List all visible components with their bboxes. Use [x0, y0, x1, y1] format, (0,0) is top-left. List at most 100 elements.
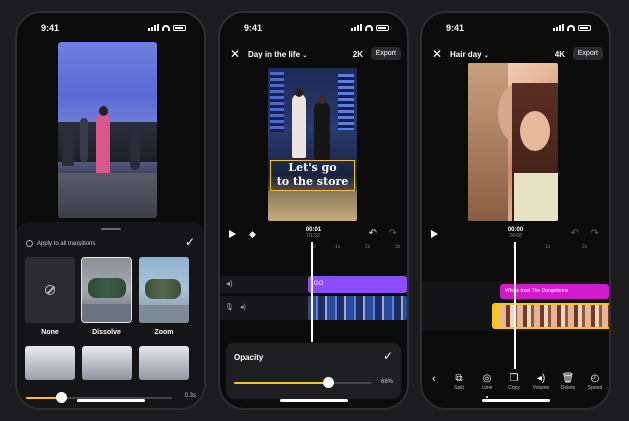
opacity-label: Opacity [234, 353, 264, 362]
export-button[interactable]: Export [572, 47, 603, 60]
tool-label: Split [454, 385, 464, 391]
ruler-tick: 3s [395, 244, 401, 250]
slider-fill [234, 382, 328, 384]
confirm-check-icon[interactable]: ✓ [185, 235, 195, 249]
audio-icon[interactable]: ◂) [226, 279, 233, 288]
duration-value: 0.3s [184, 393, 196, 399]
status-bar: 9:41 [220, 22, 407, 36]
project-title: Day in the life [248, 50, 301, 59]
transition-option-zoom[interactable] [139, 257, 189, 323]
transition-thumbnail[interactable] [25, 346, 75, 380]
tool-label: Copy [508, 385, 520, 391]
tool-label: Volume [532, 385, 550, 391]
text-track-row: ◂) GO [220, 276, 407, 293]
export-button[interactable]: Export [370, 47, 401, 60]
close-icon[interactable]: ✕ [432, 46, 442, 62]
tool-split[interactable]: ⧉ Split [446, 373, 472, 391]
phone-transitions: 9:41 Apply to all transitions ✓ None Dis… [15, 11, 206, 410]
transition-thumbnail[interactable] [139, 346, 189, 380]
video-preview [468, 63, 558, 221]
wifi-icon [365, 24, 373, 31]
project-title-dropdown[interactable]: Day in the life ⌄ [248, 50, 307, 59]
redo-icon[interactable]: ↷ [389, 228, 397, 239]
transition-option-none[interactable] [25, 257, 75, 323]
video-clip-selected[interactable] [492, 303, 609, 329]
status-icons [553, 24, 591, 31]
tool-label: Speed [587, 385, 603, 391]
video-clip[interactable] [308, 296, 407, 320]
tool-label: Lime [481, 385, 493, 391]
time-ruler: 0 1s 2s 3s [220, 244, 407, 252]
opacity-panel: Opacity ✓ 68% [226, 343, 401, 399]
timecode: 00:01 01:32 [300, 227, 328, 239]
text-clip[interactable]: GO [308, 276, 407, 293]
slider-knob[interactable] [56, 392, 68, 403]
opacity-value: 68% [380, 379, 393, 385]
sheet-handle[interactable] [100, 228, 121, 230]
playback-controls: 00:00 24:68 ↶ ↷ [422, 227, 609, 243]
home-indicator [76, 399, 145, 402]
copy-icon: ❐ [509, 373, 519, 384]
opacity-slider[interactable] [234, 377, 372, 389]
transition-thumbnail[interactable] [82, 346, 132, 380]
speed-icon: ◴ [590, 373, 600, 384]
status-bar: 9:41 [17, 22, 204, 36]
chevron-down-icon: ⌄ [483, 53, 489, 59]
apply-all-toggle[interactable]: Apply to all transitions [26, 240, 95, 247]
mic-icon[interactable]: 🎙 [225, 303, 234, 311]
home-indicator [279, 399, 348, 402]
playhead[interactable] [514, 242, 516, 369]
tool-speed[interactable]: ◴ Speed [582, 373, 608, 391]
ruler-tick: 1s [335, 244, 341, 250]
video-track-row: 🎙 ◂) [220, 296, 407, 320]
text-overlay[interactable]: Let's go to the store [270, 160, 355, 191]
delete-icon: 🗑 [561, 373, 575, 384]
volume-icon[interactable]: ◂) [240, 303, 246, 311]
keyframe-icon[interactable]: ◆ [249, 229, 256, 240]
music-clip[interactable]: Whole trust The Dongeleons [500, 284, 609, 299]
tool-delete[interactable]: 🗑 Delete [555, 373, 581, 391]
status-icons [148, 24, 186, 31]
tool-volume[interactable]: ◂) Volume [528, 373, 554, 391]
signal-icon [148, 24, 159, 31]
resolution-selector[interactable]: 2K [353, 50, 363, 59]
editor-topbar: ✕ Hair day ⌄ 4K Export [422, 46, 609, 64]
transition-label-none: None [41, 329, 59, 336]
lime-icon: ◎ [482, 373, 492, 384]
undo-icon[interactable]: ↶ [369, 228, 377, 239]
resolution-selector[interactable]: 4K [555, 50, 565, 59]
tool-copy[interactable]: ❐ Copy [501, 373, 527, 391]
back-chevron-icon[interactable]: ‹ [432, 373, 436, 385]
status-bar: 9:41 [422, 22, 609, 36]
confirm-check-icon[interactable]: ✓ [383, 349, 393, 363]
overlay-text-line-1: Let's go [288, 161, 337, 174]
home-indicator [481, 399, 550, 402]
transition-option-dissolve[interactable] [81, 257, 132, 323]
play-icon[interactable] [229, 230, 236, 238]
text-clip-label: GO [314, 281, 324, 287]
project-title-dropdown[interactable]: Hair day ⌄ [450, 50, 489, 59]
transitions-panel: Apply to all transitions ✓ None Dissolve… [17, 222, 204, 408]
signal-icon [553, 24, 564, 31]
playhead[interactable] [311, 242, 313, 342]
ruler-tick: 2s [582, 244, 588, 250]
phone-editor-tools: 9:41 ✕ Hair day ⌄ 4K Export 00:00 24:68 … [420, 11, 611, 410]
apply-all-label: Apply to all transitions [37, 240, 96, 247]
close-icon[interactable]: ✕ [230, 46, 240, 62]
wifi-icon [162, 24, 170, 31]
video-preview [58, 42, 157, 218]
duration-slider[interactable] [26, 392, 172, 404]
status-icons [351, 24, 389, 31]
editor-topbar: ✕ Day in the life ⌄ 2K Export [220, 46, 407, 64]
video-preview: Let's go to the store [268, 68, 357, 221]
ruler-tick: 1s [545, 244, 551, 250]
tool-lime[interactable]: ◎ Lime [474, 373, 500, 391]
undo-icon[interactable]: ↶ [571, 228, 579, 239]
ruler-tick: 2s [365, 244, 371, 250]
playback-controls: ◆ 00:01 01:32 ↶ ↷ [220, 227, 407, 243]
slider-knob[interactable] [322, 377, 334, 388]
timecode: 00:00 24:68 [502, 227, 530, 239]
redo-icon[interactable]: ↷ [591, 228, 599, 239]
transition-label-dissolve: Dissolve [92, 329, 121, 336]
play-icon[interactable] [431, 230, 438, 238]
